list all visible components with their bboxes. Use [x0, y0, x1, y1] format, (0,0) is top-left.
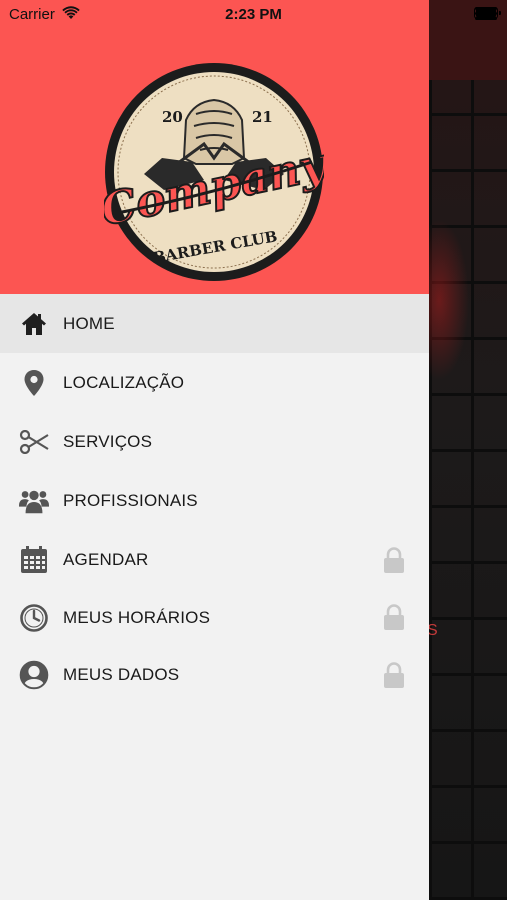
- background-brick-wall: [429, 80, 507, 900]
- scissors-icon: [19, 428, 49, 456]
- menu-item-label: SERVIÇOS: [63, 432, 153, 451]
- lock-icon: [384, 604, 404, 630]
- menu-item-home[interactable]: HOME: [0, 294, 429, 353]
- users-icon: [19, 487, 49, 515]
- menu-item-label: PROFISSIONAIS: [63, 491, 198, 510]
- menu-item-meus-dados[interactable]: MEUS DADOS: [0, 646, 429, 704]
- navigation-drawer: 20 21 Company BARBER CLUB HOME LOCALIZAÇ…: [0, 0, 429, 900]
- menu-item-label: LOCALIZAÇÃO: [63, 373, 185, 392]
- logo-year-right: 21: [252, 108, 273, 126]
- lock-icon: [384, 662, 404, 688]
- company-barber-club-logo: 20 21 Company BARBER CLUB: [104, 63, 324, 281]
- user-circle-icon: [19, 660, 49, 690]
- menu-item-label: MEUS HORÁRIOS: [63, 608, 211, 627]
- battery-icon: [474, 7, 501, 19]
- drawer-menu: HOME LOCALIZAÇÃO SERVIÇOS PROFISSIONAIS: [0, 294, 429, 704]
- background-app: S: [429, 0, 507, 900]
- lock-icon: [384, 547, 404, 573]
- menu-item-label: MEUS DADOS: [63, 665, 180, 684]
- menu-item-label: HOME: [63, 314, 115, 333]
- menu-item-localizacao[interactable]: LOCALIZAÇÃO: [0, 353, 429, 412]
- location-pin-icon: [19, 369, 49, 397]
- menu-item-label: AGENDAR: [63, 550, 149, 569]
- home-icon: [19, 310, 49, 338]
- clock-icon: [19, 604, 49, 632]
- menu-item-profissionais[interactable]: PROFISSIONAIS: [0, 471, 429, 530]
- drawer-header: 20 21 Company BARBER CLUB: [0, 0, 429, 294]
- logo-year-left: 20: [162, 108, 183, 126]
- clock-time: 2:23 PM: [225, 6, 282, 23]
- menu-item-meus-horarios[interactable]: MEUS HORÁRIOS: [0, 589, 429, 646]
- background-text-fragment: S: [429, 622, 438, 639]
- calendar-icon: [19, 546, 49, 574]
- status-bar: Carrier 2:23 PM: [0, 0, 507, 28]
- menu-item-agendar[interactable]: AGENDAR: [0, 530, 429, 589]
- menu-item-servicos[interactable]: SERVIÇOS: [0, 412, 429, 471]
